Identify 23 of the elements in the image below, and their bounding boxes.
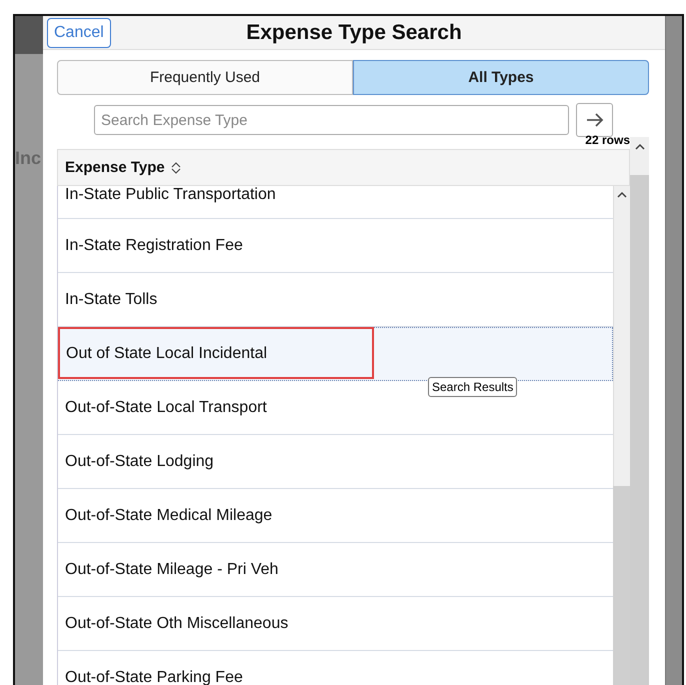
list-row[interactable]: In-State Registration Fee xyxy=(58,219,613,273)
list-row[interactable]: Out of State Local Incidental xyxy=(58,327,613,381)
arrow-right-icon xyxy=(584,112,604,128)
tab[interactable]: Frequently Used xyxy=(57,60,353,95)
row-count: 22 rows xyxy=(585,134,630,149)
caret-up-icon xyxy=(634,143,644,150)
list-row[interactable]: In-State Public Transportation xyxy=(58,186,613,219)
tooltip: Search Results xyxy=(428,377,518,397)
page-header-bar xyxy=(15,16,43,54)
list-row[interactable]: Out-of-State Mileage - Pri Veh xyxy=(58,543,613,597)
sort-icon xyxy=(170,160,181,174)
list-row[interactable]: Out-of-State Medical Mileage xyxy=(58,489,613,543)
scrollbar[interactable] xyxy=(630,137,649,685)
list-row[interactable]: Out-of-State Lodging xyxy=(58,435,613,489)
scrollbar[interactable] xyxy=(613,186,630,685)
tab[interactable]: All Types xyxy=(353,60,649,95)
cancel-button[interactable]: Cancel xyxy=(47,18,111,48)
dialog-title: Expense Type Search xyxy=(246,20,462,44)
list-row[interactable]: Out-of-State Oth Miscellaneous xyxy=(58,597,613,651)
search-button[interactable] xyxy=(576,103,613,137)
column-header[interactable]: Expense Type xyxy=(57,149,630,186)
caret-up-icon xyxy=(617,191,627,198)
search-field[interactable]: Search Expense Type xyxy=(94,105,569,135)
